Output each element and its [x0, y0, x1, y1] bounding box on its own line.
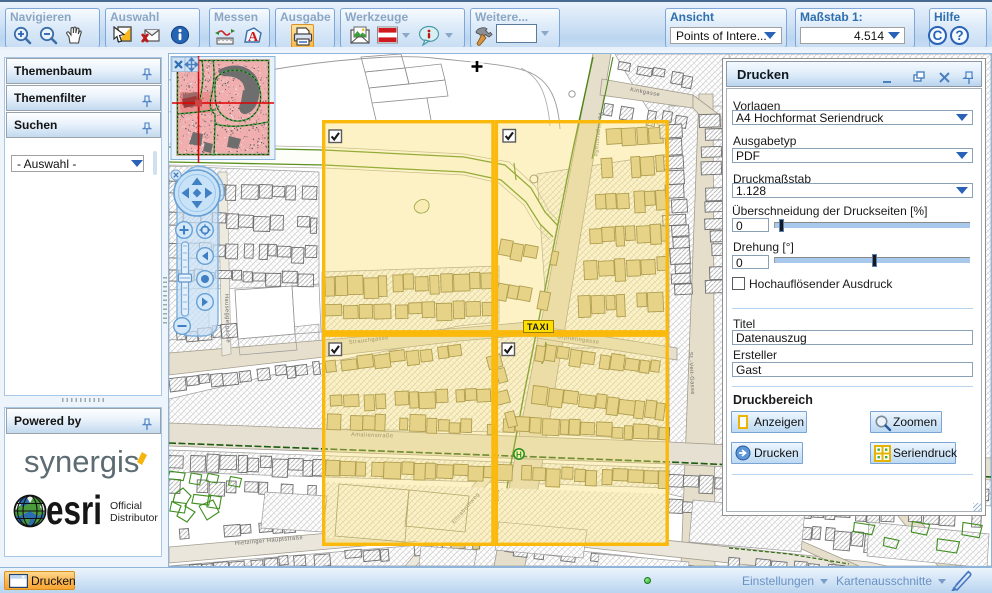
svg-text:esri: esri	[46, 491, 102, 531]
svg-text:TAXI: TAXI	[527, 322, 549, 332]
svg-text:A: A	[248, 30, 259, 45]
svg-text:H: H	[516, 450, 522, 459]
svg-text:Distributor: Distributor	[110, 512, 158, 524]
svg-text:Official: Official	[110, 500, 142, 512]
